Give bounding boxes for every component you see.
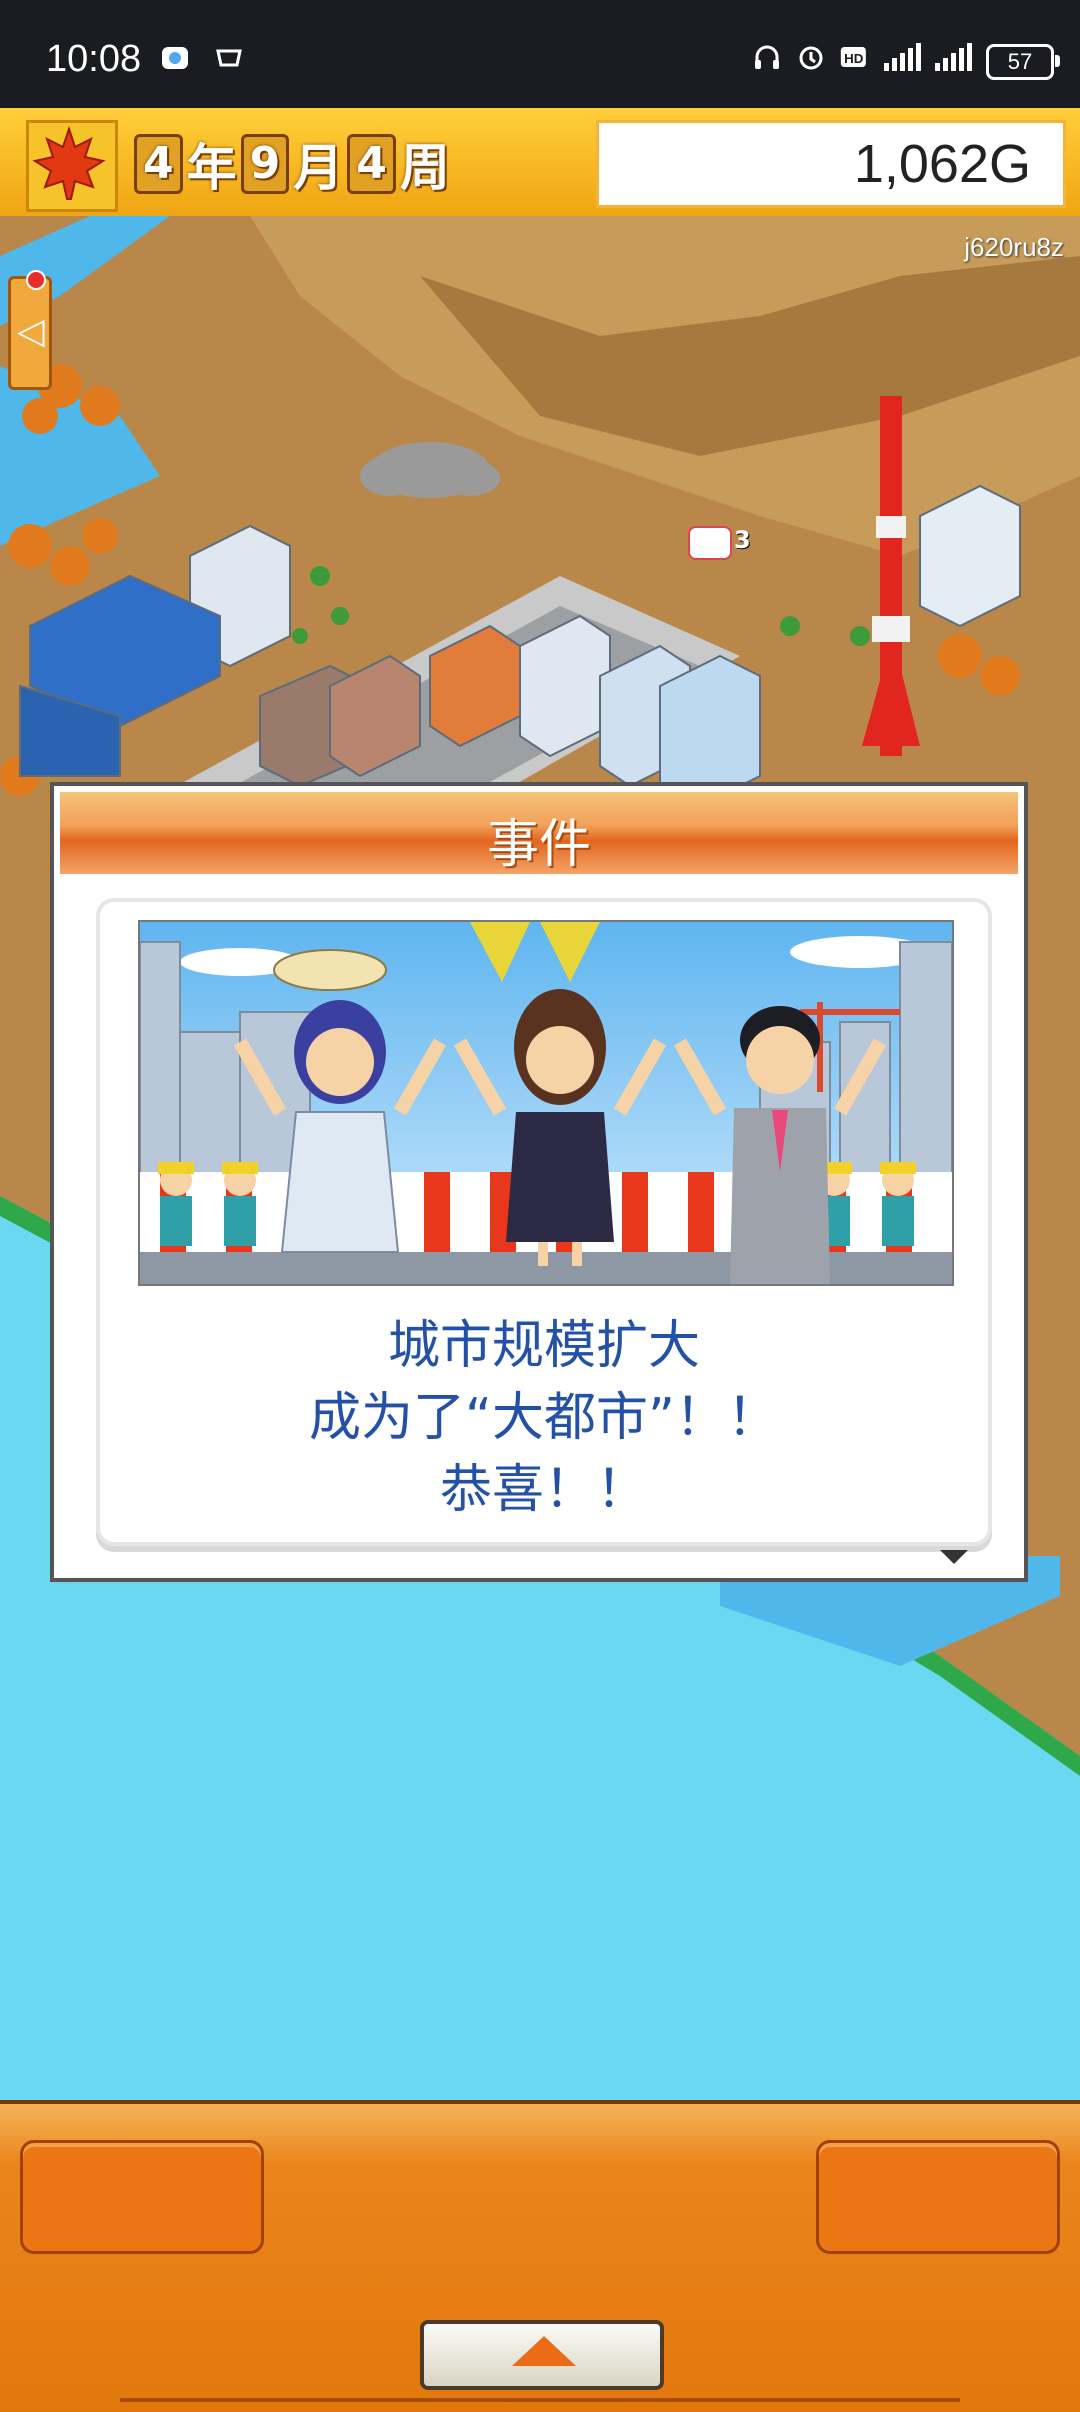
- money-display: 1,062G: [596, 120, 1066, 208]
- bottom-left-button[interactable]: [20, 2140, 264, 2254]
- signal-4g-icon: [935, 43, 972, 71]
- status-time: 10:08: [46, 38, 142, 80]
- bottom-divider: [120, 2398, 960, 2412]
- dialog-body: 城市规模扩大 成为了“大都市”！！ 恭喜！！: [96, 898, 992, 1546]
- status-bar: 10:08 HD 57: [0, 0, 1080, 108]
- event-message: 城市规模扩大 成为了“大都市”！！ 恭喜！！: [100, 1310, 988, 1526]
- year-unit: 年: [186, 139, 237, 197]
- status-right-icons: HD: [752, 42, 972, 72]
- dialog-title: 事件: [486, 815, 591, 875]
- month-number: 9: [240, 134, 290, 194]
- hd-icon: HD: [840, 47, 866, 67]
- headphones-icon: [755, 45, 779, 69]
- week-number: 4: [347, 134, 396, 194]
- money-amount: 1,062G: [853, 134, 1031, 194]
- event-dialog[interactable]: 事件 城市规模扩大 成为了“大都市”！！ 恭喜！！: [50, 782, 1028, 1582]
- resident-speech-bubble[interactable]: [688, 526, 732, 560]
- chat-app-icon: [162, 47, 188, 69]
- maple-leaf-icon: [26, 120, 118, 212]
- month-unit: 月: [293, 139, 344, 197]
- notification-dot: [26, 270, 46, 290]
- week-unit: 周: [399, 139, 450, 197]
- celebration-illustration: [138, 920, 954, 1286]
- menu-expand-button[interactable]: [420, 2320, 664, 2390]
- game-date: 4 年 9 月 4 周: [134, 128, 450, 200]
- year-number: 4: [134, 134, 183, 194]
- watermark: j620ru8z: [964, 232, 1064, 262]
- battery-indicator: 57: [986, 44, 1060, 80]
- bottom-menu-bar: [0, 2100, 1080, 2412]
- event-message-line-3: 恭喜！！: [439, 1460, 648, 1520]
- svg-text:HD: HD: [844, 51, 864, 66]
- chevron-left-icon: ◁: [17, 311, 45, 352]
- status-left-icons: [160, 44, 244, 74]
- event-message-line-1: 城市规模扩大: [387, 1316, 700, 1376]
- cup-icon: [216, 49, 242, 67]
- game-top-bar: 4 年 9 月 4 周 1,062G: [0, 108, 1080, 216]
- alarm-icon: [799, 46, 823, 70]
- triangle-up-icon: [512, 2336, 576, 2366]
- resident-count-badge: 3: [734, 526, 751, 554]
- side-panel-tab[interactable]: ◁: [8, 276, 52, 390]
- triangle-down-icon[interactable]: [940, 1550, 968, 1564]
- bottom-right-button[interactable]: [816, 2140, 1060, 2254]
- event-message-line-2: 成为了“大都市”！！: [309, 1388, 779, 1448]
- signal-5g-icon: [884, 43, 921, 71]
- dialog-header: 事件: [60, 792, 1018, 875]
